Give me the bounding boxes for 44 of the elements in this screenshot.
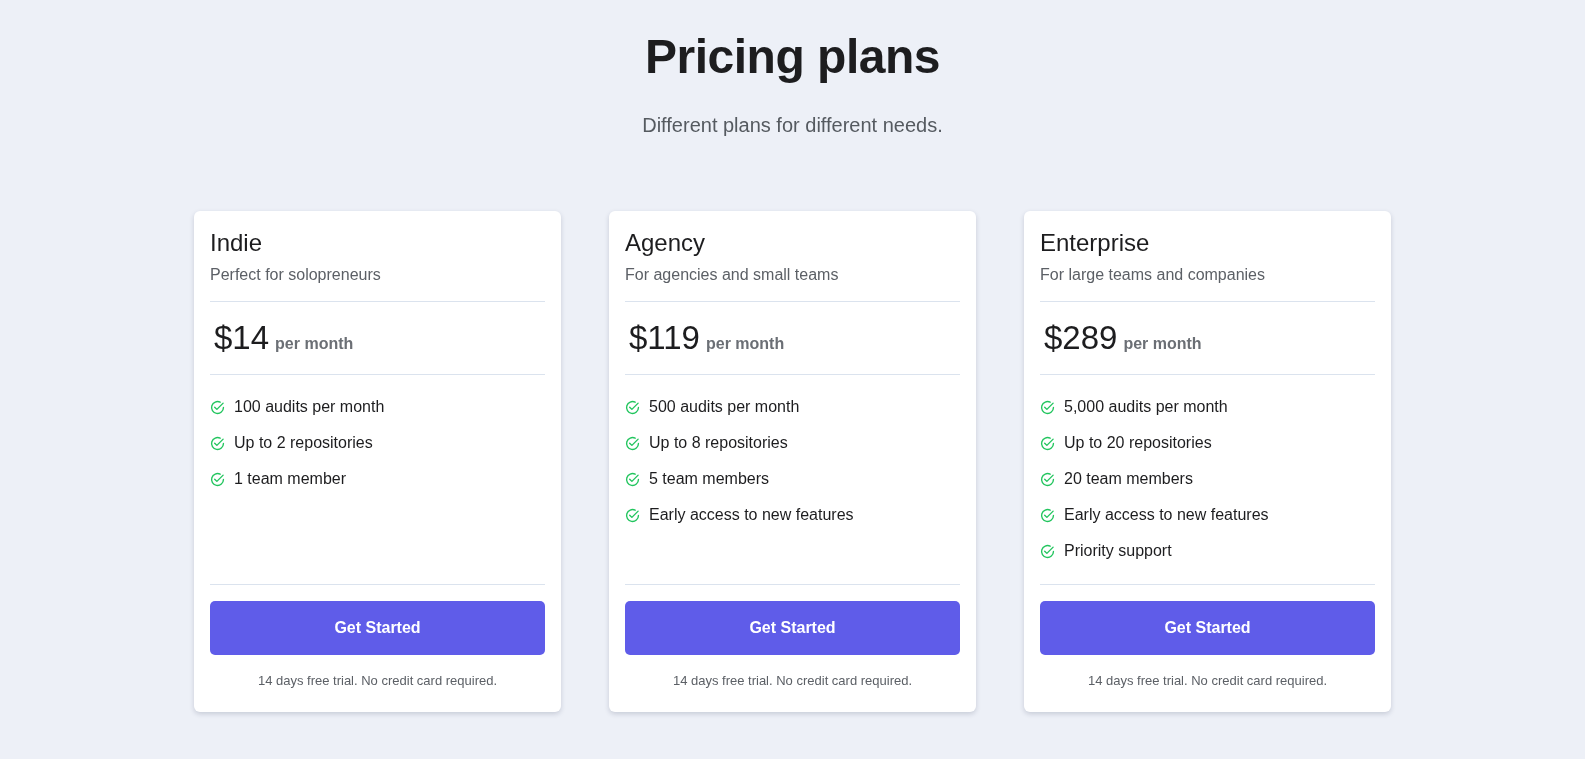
check-circle-icon	[625, 471, 640, 487]
check-circle-icon	[1040, 399, 1055, 415]
feature-text: 500 audits per month	[649, 397, 800, 417]
trial-note: 14 days free trial. No credit card required.	[671, 672, 914, 690]
plan-name: Agency	[625, 228, 707, 257]
price-period: per month	[275, 334, 354, 354]
feature-text: Priority support	[1064, 541, 1172, 561]
feature-text: Up to 2 repositories	[234, 433, 373, 453]
trial-note: 14 days free trial. No credit card required.	[1086, 672, 1329, 690]
feature-text: Up to 20 repositories	[1064, 433, 1212, 453]
plan-description: For large teams and companies	[1040, 265, 1266, 285]
feature-text: 5,000 audits per month	[1064, 397, 1228, 417]
page-subtitle: Different plans for different needs.	[641, 113, 944, 138]
price-period: per month	[705, 334, 785, 354]
check-circle-icon	[210, 399, 225, 415]
check-circle-icon	[1040, 435, 1055, 451]
check-circle-icon	[625, 507, 640, 523]
feature-text: 20 team members	[1064, 469, 1193, 489]
check-circle-icon	[625, 435, 640, 451]
check-circle-icon	[210, 471, 225, 487]
plan-price: $14	[214, 318, 270, 358]
check-circle-icon	[1040, 471, 1055, 487]
get-started-button[interactable]: Get Started	[625, 601, 960, 655]
plan-price: $289	[1044, 318, 1118, 358]
price-period: per month	[1123, 334, 1202, 354]
check-circle-icon	[625, 399, 640, 415]
feature-text: 1 team member	[234, 469, 347, 489]
check-circle-icon	[1040, 543, 1055, 559]
plan-description: Perfect for solopreneurs	[210, 265, 382, 285]
get-started-button[interactable]: Get Started	[1040, 601, 1375, 655]
plan-name: Enterprise	[1040, 228, 1151, 257]
trial-note: 14 days free trial. No credit card required.	[256, 672, 499, 690]
page-title: Pricing plans	[644, 29, 941, 85]
feature-text: 100 audits per month	[234, 397, 385, 417]
plan-price: $119	[629, 318, 700, 358]
check-circle-icon	[210, 435, 225, 451]
plan-description: For agencies and small teams	[625, 265, 840, 285]
get-started-button[interactable]: Get Started	[210, 601, 545, 655]
check-circle-icon	[1040, 507, 1055, 523]
plan-name: Indie	[210, 228, 264, 257]
feature-text: Up to 8 repositories	[649, 433, 788, 453]
feature-text: Early access to new features	[649, 505, 854, 525]
feature-text: Early access to new features	[1064, 505, 1269, 525]
feature-text: 5 team members	[649, 469, 770, 489]
